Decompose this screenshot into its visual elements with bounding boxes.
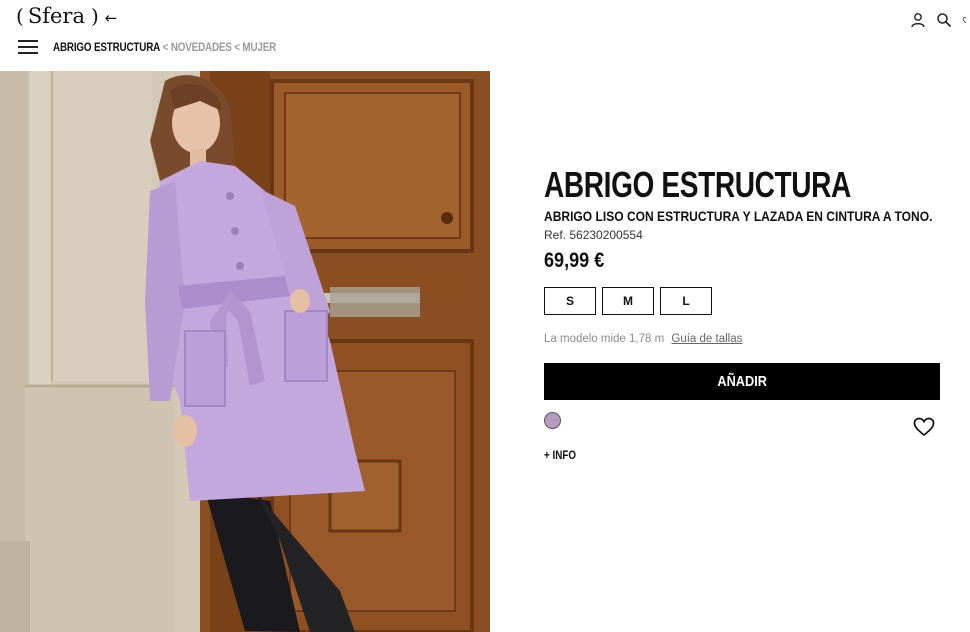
product-price: 69,99 €: [544, 249, 605, 272]
more-info-toggle[interactable]: + INFO: [544, 448, 576, 462]
product-reference: Ref. 56230200554: [544, 228, 643, 242]
user-icon[interactable]: [910, 12, 926, 28]
heart-icon[interactable]: [962, 12, 970, 28]
add-to-cart-label: AÑADIR: [717, 373, 767, 390]
sfera-logo[interactable]: ( Sfera ) ←: [16, 4, 117, 28]
breadcrumb: ABRIGO ESTRUCTURA < NOVEDADES < MUJER: [53, 40, 325, 54]
back-arrow-icon[interactable]: ←: [105, 9, 118, 27]
breadcrumb-link-mujer[interactable]: MUJER: [242, 40, 276, 54]
breadcrumb-link-novedades[interactable]: NOVEDADES: [171, 40, 232, 54]
color-swatch-lilac[interactable]: [544, 412, 561, 429]
breadcrumb-current: ABRIGO ESTRUCTURA: [53, 40, 161, 54]
wishlist-heart-icon[interactable]: [913, 417, 935, 437]
breadcrumb-separator: <: [234, 40, 240, 54]
size-option-l[interactable]: L: [660, 287, 712, 315]
model-height-text: La modelo mide 1,78 m: [544, 333, 665, 345]
product-title: ABRIGO ESTRUCTURA: [544, 164, 851, 205]
size-guide-link[interactable]: Guía de tallas: [671, 333, 742, 345]
size-selector: S M L: [544, 287, 712, 315]
search-icon[interactable]: [936, 12, 952, 28]
logo-text: Sfera: [27, 4, 85, 28]
breadcrumb-separator: <: [162, 40, 169, 54]
size-option-s[interactable]: S: [544, 287, 596, 315]
model-height-note: La modelo mide 1,78 m Guía de tallas: [544, 333, 742, 345]
hamburger-menu-icon[interactable]: [18, 40, 38, 54]
size-option-m[interactable]: M: [602, 287, 654, 315]
add-to-cart-button[interactable]: AÑADIR: [544, 363, 940, 400]
product-photo-illustration: [0, 71, 490, 632]
header-icons: [910, 12, 970, 28]
product-photo[interactable]: [0, 71, 490, 632]
product-description: ABRIGO LISO CON ESTRUCTURA Y LAZADA EN C…: [544, 208, 933, 224]
